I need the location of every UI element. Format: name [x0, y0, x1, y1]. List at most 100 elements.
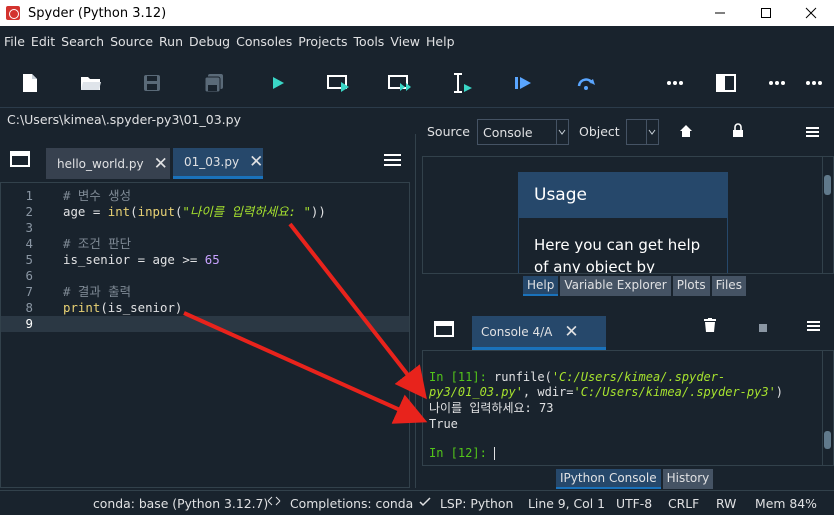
status-memory: Mem 84%: [755, 496, 817, 511]
source-label: Source: [427, 124, 470, 139]
close-tab-icon[interactable]: ✕: [564, 322, 578, 342]
menu-edit[interactable]: Edit: [31, 34, 55, 49]
in-prompt: In [11]:: [429, 370, 495, 384]
menu-file[interactable]: File: [4, 34, 25, 49]
line-number: 9: [25, 316, 33, 331]
maximize-button[interactable]: [743, 0, 789, 26]
chevron-down-icon: [556, 120, 566, 144]
checkmark-icon: [419, 496, 431, 511]
tab-plots[interactable]: Plots: [672, 276, 710, 296]
minimize-button[interactable]: [697, 0, 743, 26]
menu-tools[interactable]: Tools: [354, 34, 385, 49]
main-toolbar: [0, 56, 834, 108]
console-token: runfile(: [494, 370, 552, 384]
home-icon[interactable]: [679, 124, 693, 141]
code-line: 4 # 조건 판단: [1, 236, 409, 252]
menu-run[interactable]: Run: [159, 34, 183, 49]
menu-projects[interactable]: Projects: [298, 34, 347, 49]
menu-debug[interactable]: Debug: [189, 34, 230, 49]
line-number: 2: [25, 204, 33, 219]
tab-variable-explorer[interactable]: Variable Explorer: [560, 276, 671, 296]
run-cell-icon[interactable]: [325, 70, 353, 96]
console-line: In [12]:: [429, 446, 496, 461]
menu-source[interactable]: Source: [110, 34, 153, 49]
lock-icon[interactable]: [732, 123, 744, 141]
help-pane-tabs: Help Variable Explorer Plots Files: [523, 276, 748, 296]
run-icon[interactable]: [264, 70, 292, 96]
code-text: print(is_senior): [63, 300, 182, 316]
code-line: 8 print(is_senior): [1, 300, 409, 316]
save-icon[interactable]: [138, 70, 166, 96]
save-all-icon[interactable]: [200, 70, 228, 96]
code-text: # 변수 생성: [63, 188, 131, 203]
debug-step-icon[interactable]: [573, 70, 601, 96]
code-text: # 결과 출력: [63, 284, 131, 299]
code-text: # 조건 판단: [63, 236, 131, 251]
menu-search[interactable]: Search: [61, 34, 104, 49]
console-output: True: [429, 417, 458, 431]
menu-help[interactable]: Help: [426, 34, 455, 49]
debug-icon[interactable]: [510, 70, 538, 96]
new-file-icon[interactable]: [16, 70, 44, 96]
maximize-pane-icon[interactable]: [712, 70, 740, 96]
code-token: print: [63, 300, 101, 315]
menu-view[interactable]: View: [390, 34, 420, 49]
more-options-icon[interactable]: [800, 70, 828, 96]
file-path-bar: C:\Users\kimea\.spyder-py3\01_03.py: [0, 108, 416, 132]
console-scrollbar[interactable]: [822, 351, 831, 465]
scrollbar-thumb[interactable]: [824, 431, 831, 449]
console-token: 'C:/Users/kimea/.spyder-py3': [573, 385, 776, 399]
trash-icon[interactable]: [704, 318, 716, 335]
code-line: 7 # 결과 출력: [1, 284, 409, 300]
editor-options-icon[interactable]: [384, 153, 401, 170]
open-folder-icon[interactable]: [77, 70, 105, 96]
console-pane: Console 4/A ✕ In [11]: runfile('C:/Users…: [420, 300, 834, 489]
tab-history[interactable]: History: [662, 469, 714, 489]
tab-01-03[interactable]: 01_03.py ✕: [173, 148, 263, 179]
object-label: Object: [579, 124, 620, 139]
stop-icon[interactable]: [759, 321, 767, 335]
browse-consoles-icon[interactable]: [434, 320, 454, 341]
console-token: , wdir=: [522, 385, 574, 399]
code-token: age =: [63, 204, 108, 219]
more-options-icon[interactable]: [661, 70, 689, 96]
close-tab-icon[interactable]: ✕: [154, 154, 168, 174]
close-tab-icon[interactable]: ✕: [249, 152, 263, 172]
object-select[interactable]: [626, 119, 659, 145]
usage-box: Usage Here you can get help of any objec…: [518, 172, 728, 273]
status-mode: RW: [716, 496, 737, 511]
status-cursor-position: Line 9, Col 1: [528, 496, 606, 511]
code-editor[interactable]: 1 # 변수 생성 2 age = int(input("나이를 입력하세요: …: [0, 182, 410, 488]
run-selection-icon[interactable]: [449, 70, 477, 96]
code-text: age = int(input("나이를 입력하세요: ")): [63, 204, 326, 220]
code-token: (: [130, 204, 138, 219]
help-scrollbar[interactable]: [822, 157, 831, 273]
scrollbar-thumb[interactable]: [824, 175, 831, 195]
tab-console[interactable]: Console 4/A ✕: [472, 316, 606, 350]
ipython-console[interactable]: In [11]: runfile('C:/Users/kimea/.spyder…: [422, 350, 834, 466]
help-options-icon[interactable]: [806, 126, 819, 141]
close-window-button[interactable]: [788, 0, 834, 26]
console-token: 'C:/Users/kimea/.spyder-: [551, 370, 726, 384]
tab-help[interactable]: Help: [523, 276, 559, 296]
source-select[interactable]: Console: [477, 119, 569, 145]
more-options-icon[interactable]: [763, 70, 791, 96]
line-number: 1: [25, 188, 33, 203]
console-line: In [11]: runfile('C:/Users/kimea/.spyder…: [429, 370, 725, 385]
tab-files[interactable]: Files: [711, 276, 746, 296]
code-token: "나이를 입력하세요: ": [182, 204, 311, 219]
browse-tabs-icon[interactable]: [10, 150, 30, 171]
tab-hello-world[interactable]: hello_world.py ✕: [46, 148, 170, 179]
code-token: int: [107, 204, 131, 219]
code-token: )): [310, 204, 326, 219]
tab-ipython-console[interactable]: IPython Console: [556, 469, 661, 489]
console-options-icon[interactable]: [807, 320, 820, 335]
line-number: 7: [25, 284, 33, 299]
spyder-logo-icon: [6, 6, 20, 20]
run-cell-advance-icon[interactable]: [387, 70, 415, 96]
tab-label: hello_world.py: [57, 156, 144, 171]
menu-consoles[interactable]: Consoles: [236, 34, 292, 49]
code-token: input: [137, 204, 175, 219]
console-token: ): [775, 385, 784, 399]
editor-pane: hello_world.py ✕ 01_03.py ✕ 1 # 변수 생성 2 …: [0, 134, 416, 488]
